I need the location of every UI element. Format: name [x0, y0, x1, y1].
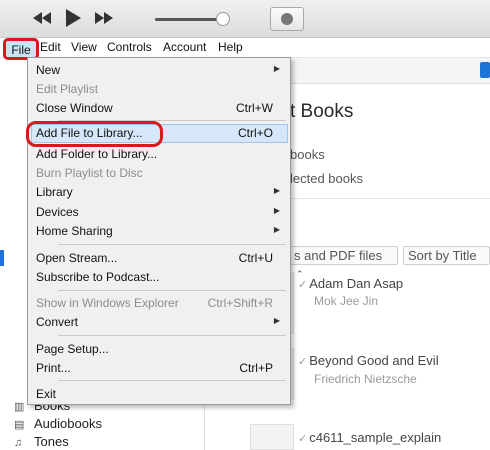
submenu-arrow-icon: ▶ [273, 64, 280, 73]
summary-line-1: books [290, 147, 325, 162]
submenu-arrow-icon: ▶ [273, 206, 280, 215]
menu-item-convert[interactable]: Convert ▶ [29, 313, 289, 332]
accent-tab[interactable] [480, 62, 490, 78]
book-thumbnail[interactable] [250, 424, 294, 450]
menu-item-show-explorer[interactable]: Show in Windows Explorer Ctrl+Shift+R [29, 294, 289, 313]
menu-controls[interactable]: Controls [107, 40, 152, 54]
sidebar-item-tones[interactable]: ♫ Tones [14, 434, 69, 449]
menu-item-subscribe-podcast[interactable]: Subscribe to Podcast... [29, 268, 289, 287]
content-divider [290, 198, 490, 199]
checkmark-icon: ✓ [298, 356, 308, 368]
menu-bar: File Edit View Controls Account Help [0, 38, 490, 60]
menu-separator [58, 380, 286, 381]
airplay-icon [281, 13, 293, 25]
book-author: Friedrich Nietzsche [314, 372, 417, 386]
book-title[interactable]: ✓ c4611_sample_explain [298, 430, 441, 445]
summary-line-2: lected books [290, 171, 363, 186]
annotation-circle [26, 121, 163, 147]
content-header-strip [290, 58, 490, 84]
menu-item-home-sharing[interactable]: Home Sharing ▶ [29, 222, 289, 241]
menu-edit[interactable]: Edit [40, 40, 61, 54]
menu-item-exit[interactable]: Exit [29, 385, 289, 404]
menu-separator [58, 335, 286, 336]
bell-icon: ♫ [14, 437, 23, 449]
sort-label: Sort by Title [408, 248, 477, 263]
sidebar-item-audiobooks[interactable]: ▤ Audiobooks [14, 416, 102, 431]
volume-knob[interactable] [215, 12, 230, 26]
menu-item-devices[interactable]: Devices ▶ [29, 203, 289, 222]
checkmark-icon: ✓ [298, 433, 308, 445]
menu-item-new[interactable]: New ▶ [29, 61, 289, 80]
book-title[interactable]: ✓ Adam Dan Asap [298, 276, 403, 291]
menu-item-open-stream[interactable]: Open Stream... Ctrl+U [29, 249, 289, 268]
rewind-icon[interactable] [32, 10, 52, 26]
book-author: Mok Jee Jin [314, 294, 379, 308]
book-title[interactable]: ✓ Beyond Good and Evil [298, 353, 439, 368]
menu-item-edit-playlist[interactable]: Edit Playlist [29, 80, 289, 99]
filter-dropdown[interactable]: s and PDF files ⌃ [290, 246, 398, 279]
filter-label: s and PDF files [294, 248, 383, 263]
submenu-arrow-icon: ▶ [273, 316, 280, 325]
menu-item-add-folder[interactable]: Add Folder to Library... [29, 145, 289, 164]
play-icon[interactable] [64, 8, 82, 28]
volume-fill [155, 18, 223, 21]
sidebar-selection-marker [0, 250, 4, 266]
menu-item-add-file[interactable]: Add File to Library... Ctrl+O [26, 121, 289, 147]
audiobook-icon: ▤ [14, 419, 25, 431]
file-menu-dropdown: New ▶ Edit Playlist Close Window Ctrl+W … [26, 57, 291, 405]
submenu-arrow-icon: ▶ [273, 186, 280, 195]
page-title: t Books [290, 101, 354, 122]
menu-item-close-window[interactable]: Close Window Ctrl+W [29, 99, 289, 118]
menu-item-page-setup[interactable]: Page Setup... [29, 340, 289, 359]
menu-help[interactable]: Help [218, 40, 243, 54]
menu-separator [58, 244, 286, 245]
airplay-button[interactable] [270, 7, 304, 31]
menu-item-library[interactable]: Library ▶ [29, 183, 289, 202]
player-toolbar [0, 0, 490, 38]
checkmark-icon: ✓ [298, 279, 308, 291]
menu-view[interactable]: View [71, 40, 97, 54]
book-icon: ▥ [14, 401, 25, 413]
submenu-arrow-icon: ▶ [273, 225, 280, 234]
sort-dropdown[interactable]: Sort by Title [403, 246, 490, 265]
menu-item-burn-playlist[interactable]: Burn Playlist to Disc [29, 164, 289, 183]
menu-account[interactable]: Account [163, 40, 206, 54]
menu-separator [58, 290, 286, 291]
fast-forward-icon[interactable] [94, 10, 114, 26]
menu-item-print[interactable]: Print... Ctrl+P [29, 359, 289, 378]
